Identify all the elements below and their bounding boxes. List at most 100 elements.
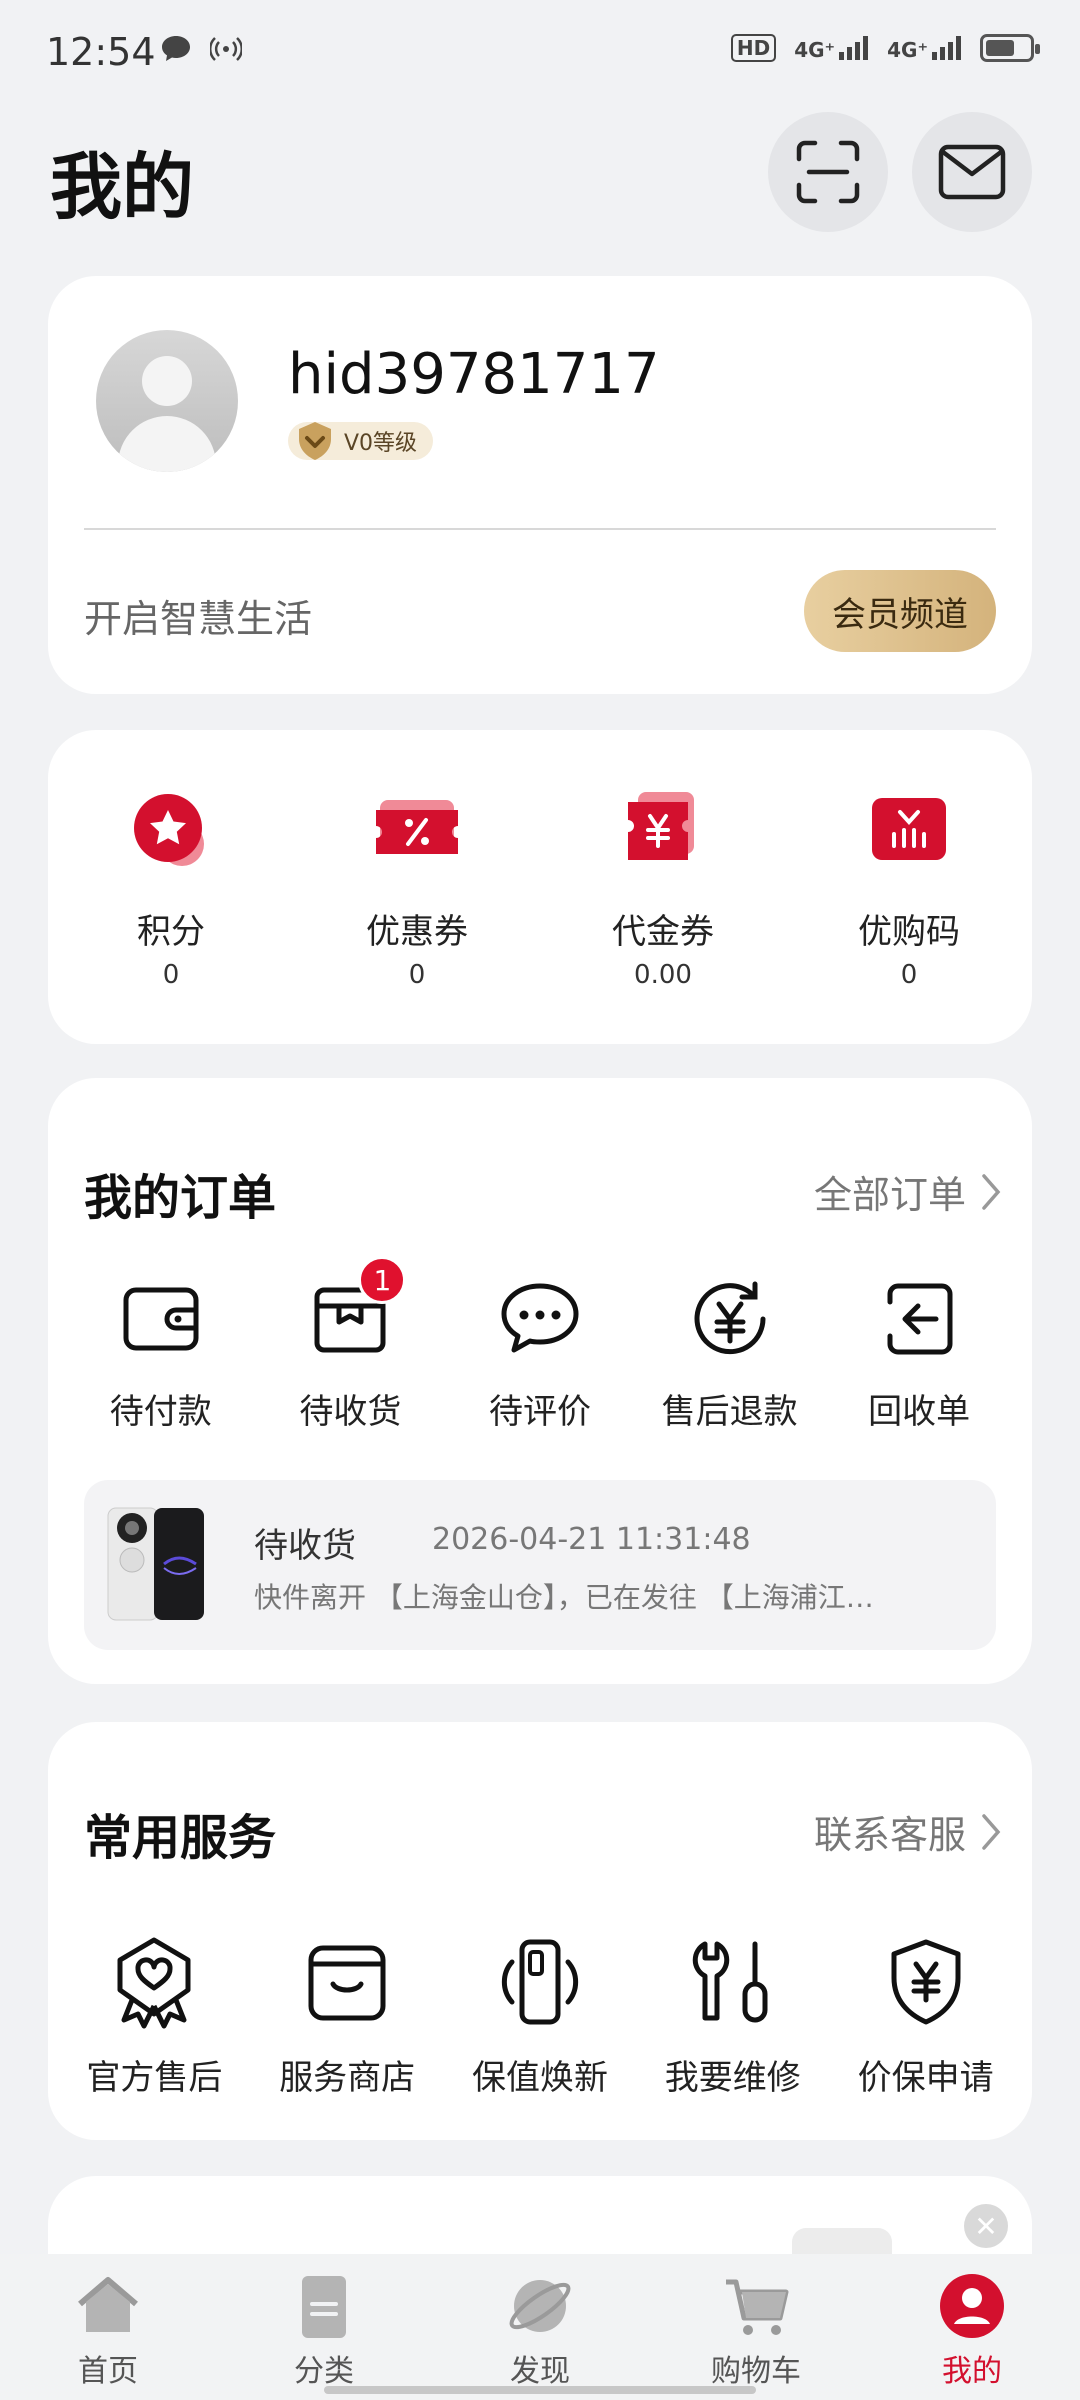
mail-icon [938,144,1006,200]
assets-card: 积分 0 优惠券 0 代金券 0.00 优购码 0 [48,730,1032,1044]
promo-code-icon [872,798,946,860]
asset-value: 0 [162,960,180,990]
contact-support-link[interactable]: 联系客服 [814,1804,1002,1859]
asset-coupons[interactable]: 优惠券 0 [294,730,540,1044]
tab-category[interactable]: 分类 [216,2254,432,2400]
close-icon[interactable]: ✕ [964,2204,1008,2248]
hd-indicator: HD [730,34,777,62]
signal-bars-icon [839,36,869,60]
profile-card: hid39781717 V0等级 开启智慧生活 会员频道 [48,276,1032,694]
coupon-icon [376,800,458,854]
service-official-after-sales[interactable]: 官方售后 [58,1934,251,2104]
status-time: 12:54 [46,30,156,74]
asset-value: 0 [408,960,426,990]
tab-profile[interactable]: 我的 [864,2254,1080,2400]
status-bar: 12:54 HD 4G⁺ 4G⁺ [0,0,1080,110]
service-label: 价保申请 [857,2058,994,2098]
shipment-status: 待收货 [254,1526,356,1566]
asset-label: 积分 [137,912,205,952]
all-orders-link[interactable]: 全部订单 [814,1164,1002,1219]
asset-promo-codes[interactable]: 优购码 0 [786,730,1032,1044]
order-item-label: 回收单 [868,1392,971,1432]
product-thumbnail [107,1507,204,1621]
order-pending-payment[interactable]: 待付款 [66,1274,256,1444]
signal-2: 4G⁺ [887,36,962,60]
signal-1: 4G⁺ [794,36,869,60]
chat-bubble-icon [501,1283,579,1353]
tab-discover[interactable]: 发现 [432,2254,648,2400]
tab-label: 我的 [942,2354,1002,2389]
service-label: 服务商店 [279,2058,416,2098]
chevron-right-icon [982,1813,1001,1850]
signal-bars-icon [932,36,961,60]
asset-vouchers[interactable]: 代金券 0.00 [540,730,786,1044]
shipment-time: 2026-04-21 11:31:48 [432,1522,751,1557]
home-indicator[interactable] [324,2386,756,2394]
smart-life-tagline: 开启智慧生活 [84,597,313,641]
orders-title: 我的订单 [84,1170,277,1226]
messages-button[interactable] [912,112,1032,232]
asset-value: 0 [900,960,918,990]
service-label: 我要维修 [664,2058,801,2098]
phone-trade-in-icon [501,1939,579,2025]
tab-home[interactable]: 首页 [0,2254,216,2400]
scan-button[interactable] [768,112,888,232]
battery-icon [980,34,1040,62]
tab-label: 分类 [294,2354,354,2389]
divider [84,528,996,530]
profile-icon [940,2274,1004,2338]
category-icon [302,2276,346,2338]
member-level-badge[interactable]: V0等级 [288,422,434,460]
order-after-sales-refund[interactable]: 售后退款 [635,1274,825,1444]
refund-yuan-icon [694,1281,766,1355]
tab-label: 首页 [78,2354,138,2389]
recycle-return-icon [887,1283,953,1355]
chevron-right-icon [982,1173,1001,1210]
asset-points[interactable]: 积分 0 [48,730,294,1044]
asset-label: 优惠券 [366,912,468,952]
order-item-label: 待评价 [488,1392,591,1432]
order-pending-review[interactable]: 待评价 [445,1274,635,1444]
services-title: 常用服务 [84,1810,277,1866]
voucher-yuan-icon [628,792,694,860]
points-star-icon [134,794,204,866]
orders-card: 我的订单 全部订单 待付款 1 待收货 待评价 售后退款 回收单 待收货 202… [48,1078,1032,1684]
username[interactable]: hid39781717 [288,342,660,407]
tab-label: 购物车 [711,2354,801,2389]
heart-badge-icon [117,1937,191,2029]
price-protect-shield-icon [891,1939,961,2025]
avatar[interactable] [96,330,238,472]
order-pending-receipt[interactable]: 1 待收货 [256,1256,446,1444]
shipment-detail: 快件离开 【上海金山仓】，已在发往 【上海浦江… [254,1581,874,1614]
page-title: 我的 [50,145,195,229]
bottom-tab-bar: 首页 分类 发现 购物车 我的 [0,2254,1080,2400]
order-recycle[interactable]: 回收单 [824,1274,1014,1444]
service-trade-in[interactable]: 保值焕新 [444,1934,637,2104]
tab-cart[interactable]: 购物车 [648,2254,864,2400]
service-label: 官方售后 [86,2058,223,2098]
repair-tools-icon [692,1941,768,2023]
shipment-tracking-card[interactable]: 待收货 2026-04-21 11:31:48 快件离开 【上海金山仓】，已在发… [84,1480,996,1650]
service-store[interactable]: 服务商店 [251,1934,444,2104]
service-label: 保值焕新 [471,2058,608,2098]
cart-icon [726,2279,789,2335]
home-icon [78,2277,138,2332]
order-item-label: 待付款 [109,1392,212,1432]
hotspot-icon [210,37,242,61]
discover-planet-icon [509,2280,571,2332]
store-icon [308,1945,386,2021]
order-count-badge: 1 [358,1256,407,1304]
scan-icon [796,140,860,204]
member-level-label: V0等级 [344,431,418,456]
service-repair[interactable]: 我要维修 [636,1934,829,2104]
wallet-icon [123,1287,199,1351]
service-price-protection[interactable]: 价保申请 [829,1934,1022,2104]
asset-value: 0.00 [634,960,692,990]
services-card: 常用服务 联系客服 官方售后 服务商店 保值焕新 我要维修 价保申请 [48,1722,1032,2140]
level-shield-icon [299,422,331,460]
order-item-label: 售后退款 [661,1392,798,1432]
message-notification-icon [162,36,190,61]
asset-label: 代金券 [612,912,714,952]
vip-channel-button[interactable]: 会员频道 [804,570,996,652]
tab-label: 发现 [510,2354,570,2389]
